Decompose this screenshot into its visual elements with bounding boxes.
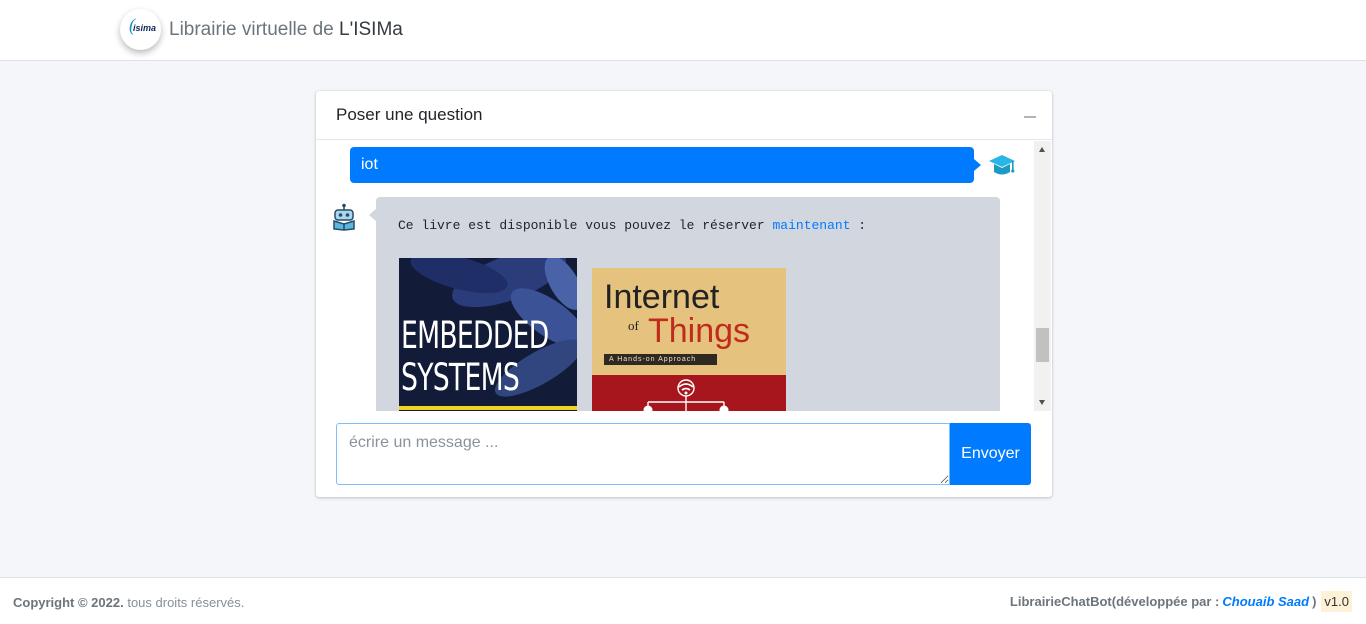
user-message-bubble: iot bbox=[350, 147, 981, 183]
page-footer: Copyright © 2022. tous droits réservés. … bbox=[0, 577, 1366, 624]
cover-stripe bbox=[399, 406, 577, 410]
version-badge: v1.0 bbox=[1321, 591, 1352, 612]
robot-icon bbox=[333, 203, 355, 231]
iot-network-graphic bbox=[643, 379, 729, 411]
isima-logo: ( isima bbox=[120, 9, 161, 50]
bot-message-text: Ce livre est disponible vous pouvez le r… bbox=[398, 218, 867, 233]
scroll-down-arrow-icon[interactable] bbox=[1034, 394, 1051, 411]
book-subtitle: A Hands-on Approach bbox=[604, 354, 717, 365]
book-cover-internet-of-things[interactable]: Internet of Things A Hands-on Approach bbox=[592, 268, 786, 411]
chat-messages[interactable]: iot Ce livre est disponible vous pouvez … bbox=[316, 141, 1052, 411]
footer-credits: LibrairieChatBot (développée par : Choua… bbox=[1010, 591, 1352, 612]
logo-text: isima bbox=[133, 23, 157, 33]
chat-card: Poser une question iot Ce livre est disp… bbox=[316, 91, 1052, 497]
collapse-button[interactable] bbox=[1020, 107, 1040, 127]
message-input-group: Envoyer bbox=[336, 423, 1031, 485]
book-title-of: of bbox=[628, 318, 639, 333]
app-name: LibrairieChatBot bbox=[1009, 594, 1112, 609]
book-cover-embedded-systems[interactable]: EMBEDDED SYSTEMS bbox=[399, 258, 577, 411]
reserve-link[interactable]: maintenant bbox=[772, 218, 850, 233]
brand-title: Librairie virtuelle de L'ISIMa bbox=[169, 18, 403, 40]
book-title-line1: EMBEDDED bbox=[401, 314, 549, 357]
chat-title: Poser une question bbox=[336, 105, 483, 124]
top-navbar: ( isima Librairie virtuelle de L'ISIMa bbox=[0, 0, 1366, 61]
cover-red-panel bbox=[592, 375, 786, 411]
brand-link[interactable]: ( isima Librairie virtuelle de L'ISIMa bbox=[120, 9, 403, 50]
scroll-up-arrow-icon[interactable] bbox=[1034, 141, 1051, 158]
book-title-line2: SYSTEMS bbox=[401, 356, 520, 399]
message-input[interactable] bbox=[336, 423, 950, 485]
author-link[interactable]: Chouaib Saad bbox=[1222, 594, 1309, 609]
bot-message-bubble: Ce livre est disponible vous pouvez le r… bbox=[369, 197, 1000, 411]
chat-card-header: Poser une question bbox=[316, 91, 1052, 140]
book-title-line2: Things bbox=[648, 312, 751, 350]
chat-scrollbar[interactable] bbox=[1034, 141, 1051, 411]
brand-name: L'ISIMa bbox=[339, 18, 403, 40]
footer-copyright: Copyright © 2022. tous droits réservés. bbox=[13, 595, 245, 610]
send-button[interactable]: Envoyer bbox=[950, 423, 1031, 485]
graduation-cap-icon bbox=[989, 155, 1015, 175]
scroll-thumb[interactable] bbox=[1036, 328, 1049, 362]
